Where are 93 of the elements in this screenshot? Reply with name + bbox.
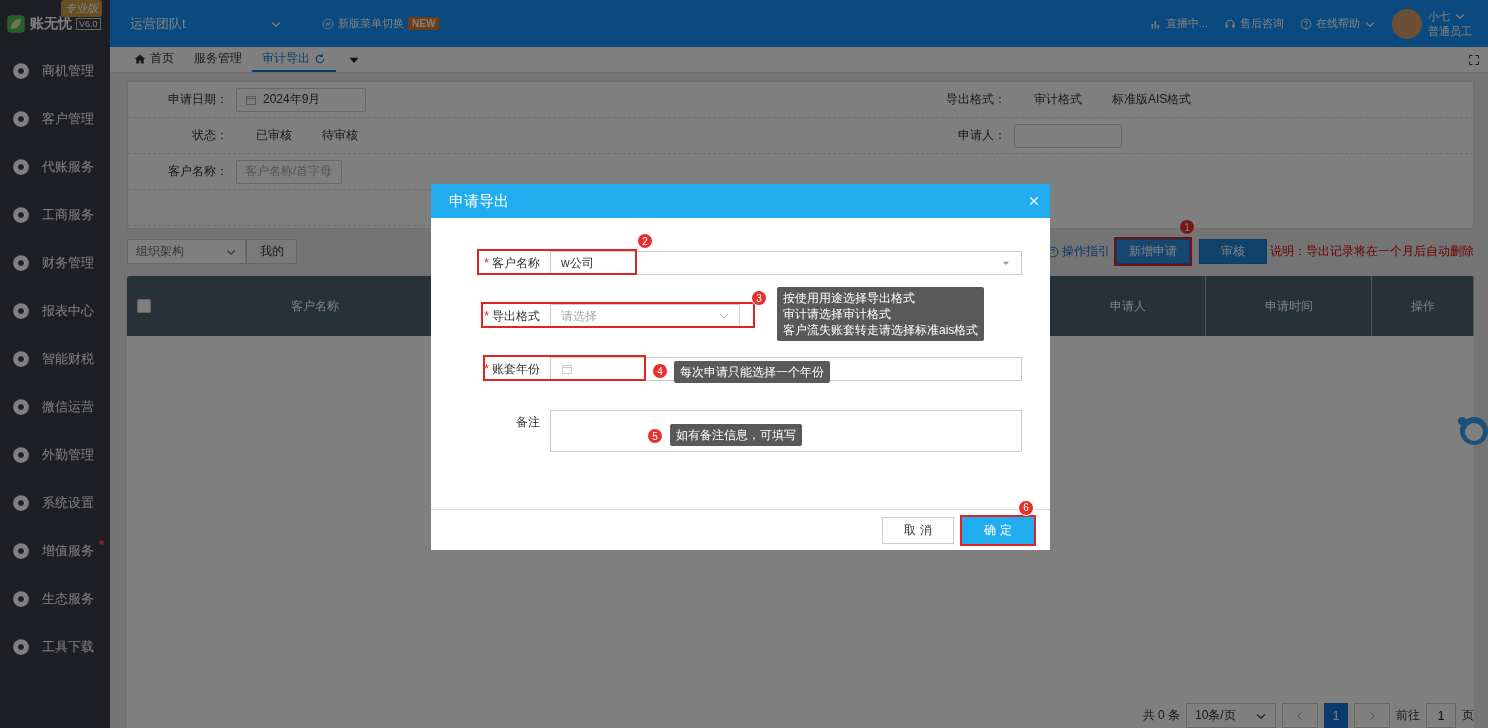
edition-badge: 专业版 bbox=[61, 0, 102, 17]
field-label: 账套年份 bbox=[492, 362, 540, 376]
date-field[interactable]: 2024年9月 bbox=[236, 87, 366, 112]
sidebar-item[interactable]: 生态服务 bbox=[0, 575, 110, 623]
tab[interactable]: 首页 bbox=[150, 50, 174, 67]
hint-tooltip: 每次申请只能选择一个年份 bbox=[674, 361, 830, 383]
filter-label: 申请日期： bbox=[167, 91, 229, 108]
chevron-down-icon bbox=[719, 311, 729, 321]
toolbar-button[interactable]: 审核 bbox=[1199, 239, 1267, 264]
required-mark: * bbox=[484, 309, 489, 323]
sidebar-item[interactable]: 报表中心 bbox=[0, 287, 110, 335]
top-link[interactable]: 售后咨询 bbox=[1240, 16, 1284, 31]
help-icon bbox=[1047, 245, 1059, 258]
goto-label: 前往 bbox=[1396, 707, 1420, 724]
notice-text: 说明：导出记录将在一个月后自动删除 bbox=[1270, 243, 1474, 260]
filter-option[interactable]: 标准版AIS格式 bbox=[1112, 91, 1192, 108]
calendar-icon bbox=[561, 363, 573, 375]
circle-icon bbox=[12, 350, 30, 368]
sidebar-item[interactable]: 增值服务 bbox=[0, 527, 110, 575]
menu-switch-link[interactable]: 新版菜单切换 bbox=[338, 16, 404, 31]
top-link[interactable]: 在线帮助 bbox=[1316, 16, 1360, 31]
guide-link[interactable]: 操作指引 bbox=[1062, 243, 1110, 260]
circle-icon bbox=[12, 638, 30, 656]
switch-icon bbox=[322, 17, 334, 30]
confirm-button[interactable]: 确 定 bbox=[962, 516, 1034, 544]
circle-icon bbox=[12, 302, 30, 320]
refresh-icon bbox=[314, 52, 326, 65]
brand-name: 账无忧 bbox=[30, 14, 72, 33]
input-field[interactable] bbox=[1014, 123, 1122, 148]
tab[interactable]: 审计导出 bbox=[262, 50, 310, 67]
calendar-icon bbox=[245, 93, 257, 106]
sidebar-item[interactable]: 代账服务 bbox=[0, 143, 110, 191]
total-count: 共 0 条 bbox=[1142, 707, 1180, 724]
team-name[interactable]: 运营团队t bbox=[130, 14, 270, 33]
sidebar-item[interactable]: 财务管理 bbox=[0, 239, 110, 287]
help-icon bbox=[1300, 17, 1312, 30]
step-badge: 1 bbox=[1179, 219, 1195, 235]
filter-option[interactable]: 审计格式 bbox=[1034, 91, 1082, 108]
required-mark: * bbox=[484, 256, 489, 270]
field-label: 导出格式 bbox=[492, 309, 540, 323]
headset-icon bbox=[1224, 17, 1236, 30]
checkbox[interactable] bbox=[136, 299, 151, 313]
sidebar-item[interactable]: 智能财税 bbox=[0, 335, 110, 383]
leaf-logo-icon bbox=[6, 13, 26, 34]
page-suffix: 页 bbox=[1462, 707, 1474, 724]
circle-icon bbox=[12, 254, 30, 272]
sidebar-item[interactable]: 工具下载 bbox=[0, 623, 110, 671]
circle-icon bbox=[12, 398, 30, 416]
filter-label: 状态： bbox=[191, 127, 229, 144]
version-label: V6.0 bbox=[76, 17, 101, 30]
circle-icon bbox=[12, 494, 30, 512]
circle-icon bbox=[12, 206, 30, 224]
circle-icon bbox=[12, 158, 30, 176]
filter-label: 导出格式： bbox=[945, 91, 1007, 108]
filter-label: 申请人： bbox=[957, 127, 1007, 144]
toolbar-button[interactable]: 新增申请 bbox=[1116, 239, 1190, 264]
hint-tooltip: 按使用用途选择导出格式 审计请选择审计格式 客户流失账套转走请选择标准ais格式 bbox=[777, 287, 985, 341]
user-name[interactable]: 小七 bbox=[1428, 8, 1450, 24]
sidebar-item[interactable]: 外勤管理 bbox=[0, 431, 110, 479]
mine-button[interactable]: 我的 bbox=[246, 239, 297, 264]
circle-icon bbox=[12, 590, 30, 608]
step-badge: 2 bbox=[637, 233, 653, 249]
circle-icon bbox=[12, 446, 30, 464]
filter-option[interactable]: 已审核 bbox=[256, 127, 292, 144]
filter-label: 客户名称： bbox=[167, 163, 229, 180]
sidebar-item[interactable]: 客户管理 bbox=[0, 95, 110, 143]
top-link[interactable]: 直播中... bbox=[1165, 16, 1208, 31]
tab[interactable]: 服务管理 bbox=[194, 50, 242, 67]
filter-option[interactable]: 待审核 bbox=[322, 127, 358, 144]
sidebar-item[interactable]: 工商服务 bbox=[0, 191, 110, 239]
customer-select[interactable]: w公司 bbox=[550, 251, 1022, 275]
hint-tooltip: 如有备注信息，可填写 bbox=[670, 424, 802, 446]
circle-icon bbox=[12, 542, 30, 560]
required-mark: * bbox=[484, 362, 489, 376]
sidebar-item[interactable]: 系统设置 bbox=[0, 479, 110, 527]
circle-icon bbox=[12, 110, 30, 128]
page-button[interactable]: 1 bbox=[1324, 703, 1348, 728]
circle-icon bbox=[12, 62, 30, 80]
org-select[interactable]: 组织架构 bbox=[127, 239, 246, 264]
sidebar-item[interactable]: 微信运营 bbox=[0, 383, 110, 431]
avatar[interactable] bbox=[1392, 8, 1422, 39]
step-badge: 6 bbox=[1018, 499, 1034, 516]
field-label: 客户名称 bbox=[492, 256, 540, 270]
fullscreen-icon bbox=[1468, 53, 1480, 66]
close-icon bbox=[1028, 195, 1040, 207]
new-badge: NEW bbox=[408, 17, 440, 30]
step-badge: 3 bbox=[751, 290, 767, 306]
dialog-title: 申请导出 bbox=[449, 191, 509, 211]
field-label: 备注 bbox=[516, 415, 540, 429]
sidebar-item[interactable]: 商机管理 bbox=[0, 47, 110, 95]
cancel-button[interactable]: 取 消 bbox=[882, 516, 954, 544]
home-icon bbox=[134, 52, 146, 65]
user-role: 普通员工 bbox=[1428, 23, 1472, 39]
